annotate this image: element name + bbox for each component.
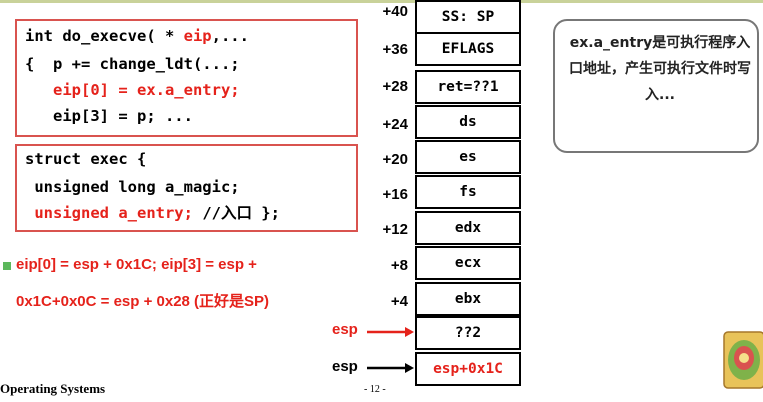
arrow-right-icon [367,363,414,373]
offset-label: +28 [382,78,408,95]
stack-cell-ebx: ebx [415,282,521,316]
callout-text: ex.a_entry是可执行程序入口地址，产生可执行文件时写入... [569,35,751,103]
offset-label: +16 [382,186,408,203]
stack-cell-esp-1c: esp+0x1C [415,352,521,386]
offset-label: +4 [390,293,408,310]
code-line-2: unsigned long a_magic; [25,178,240,196]
stack-cell-ret: ret=??1 [415,70,521,104]
code-box-struct-exec: struct exec { unsigned long a_magic; uns… [15,144,358,232]
stack-cell-ss-sp: SS: SP [415,0,521,34]
code-line-3: unsigned a_entry; //入口 }; [25,200,280,226]
stack-cell-q2: ??2 [415,316,521,350]
code-box-do-execve: int do_execve( * eip,... { p += change_l… [15,19,358,137]
stack-cell-ds: ds [415,105,521,139]
offset-label: +8 [390,257,408,274]
code-text: int do_execve( * [25,27,184,45]
bullet-line-2: 0x1C+0x0C = esp + 0x28 (正好是SP) [16,293,270,310]
stack-cell-eflags: EFLAGS [415,32,521,66]
offset-label: +20 [382,151,408,168]
operating-systems-logo-icon [723,331,763,389]
code-text-eip: eip [183,27,212,45]
code-line-1: struct exec { [25,150,147,168]
offset-label: +36 [382,41,408,58]
code-line-2: { p += change_ldt(...; [25,55,240,73]
stack-cell-ecx: ecx [415,246,521,280]
callout-box: ex.a_entry是可执行程序入口地址，产生可执行文件时写入... [553,19,759,153]
footer-page-number: - 12 - [364,384,386,395]
offset-label: +40 [382,3,408,20]
code-line-1: int do_execve( * eip,... [25,23,249,49]
arrow-right-icon [367,327,414,337]
code-text-comment: //入口 }; [202,204,280,222]
code-line-3: eip[0] = ex.a_entry; [25,81,240,99]
bullet-line-1: eip[0] = esp + 0x1C; eip[3] = esp + [16,256,257,273]
code-text-a-entry: unsigned a_entry; [25,204,203,222]
offset-label: +24 [382,116,408,133]
stack-cell-fs: fs [415,175,521,209]
code-line-4: eip[3] = p; ... [25,107,193,125]
offset-label: +12 [382,221,408,238]
code-text: ,... [211,27,249,45]
footer-course-title: Operating Systems [0,381,106,396]
esp-label-red: esp [332,321,358,338]
esp-label-black: esp [332,358,358,375]
bullet-square-icon [3,262,11,270]
stack-cell-edx: edx [415,211,521,245]
stack-cell-es: es [415,140,521,174]
